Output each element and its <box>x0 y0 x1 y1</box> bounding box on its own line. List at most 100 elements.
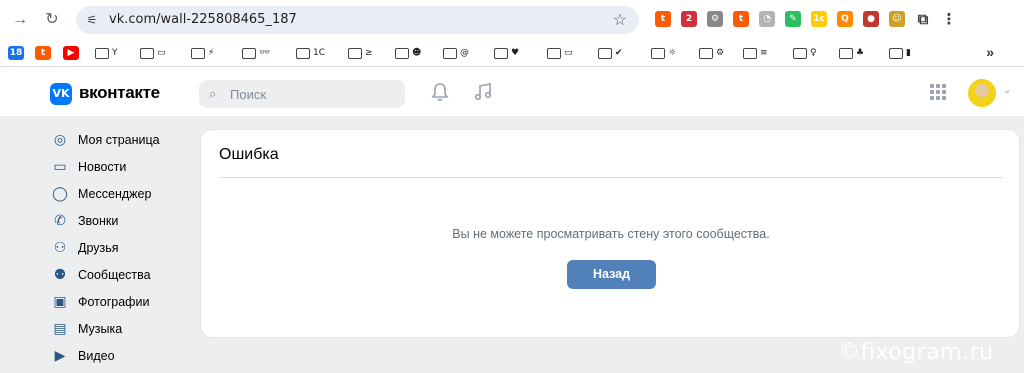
folder-icon <box>140 47 154 59</box>
ext-bird-icon[interactable]: ● <box>863 11 879 27</box>
search-icon: ⌕ <box>209 86 217 101</box>
bookmark-label: ≥ <box>365 48 373 58</box>
bell-icon[interactable] <box>431 82 449 108</box>
folder-icon <box>395 47 409 59</box>
sidebar-item-label: Фотографии <box>78 295 150 309</box>
bookmark-folder-1c[interactable]: 1C <box>296 45 325 61</box>
avatar[interactable] <box>968 79 996 107</box>
video-icon: ▶ <box>54 348 66 364</box>
divider <box>219 177 1003 178</box>
vk-header: VK вконтакте ⌕ Поиск ⌄ <box>0 70 1024 117</box>
watermark: ©fixogram.ru <box>838 340 994 365</box>
bookmark-folder-face[interactable]: ☻ <box>395 45 421 61</box>
bookmark-label: ♣ <box>856 48 865 58</box>
sidebar-item-label: Видео <box>78 349 115 363</box>
bookmark-label: ⚡ <box>208 48 215 58</box>
bookmark-t-icon: t <box>35 46 51 60</box>
ext-orange-icon[interactable]: Q <box>837 11 853 27</box>
music-icon[interactable] <box>474 82 492 108</box>
folder-icon <box>242 47 256 59</box>
folder-icon <box>547 47 561 59</box>
bookmark-folder-bag[interactable]: ♣ <box>839 45 864 61</box>
folder-icon <box>839 47 853 59</box>
bookmark-folder-check[interactable]: ✔ <box>598 45 623 61</box>
bookmarks-bar: 18 t ▶ Y ▭ ⚡ 👓 1C ≥ ☻ @ ♥ ▭ ✔ ☼ ⚙ ≡ ♀ ♣ ▮ » <box>0 40 1024 67</box>
ext-t2-icon[interactable]: t <box>733 11 749 27</box>
menu-dots-icon[interactable]: ⋮ <box>941 11 957 27</box>
folder-icon <box>191 47 205 59</box>
forward-icon[interactable]: → <box>8 8 32 32</box>
folder-icon <box>793 47 807 59</box>
sidebar-item-photos[interactable]: ▣ Фотографии <box>52 292 149 312</box>
sidebar-item-messenger[interactable]: ◯ Мессенджер <box>52 184 151 204</box>
folder-icon <box>699 47 713 59</box>
ext-evernote-icon[interactable]: ✎ <box>785 11 801 27</box>
bookmark-folder-book[interactable]: ▮ <box>889 45 911 61</box>
my-page-icon: ◎ <box>53 132 67 148</box>
bookmark-folder-fox[interactable]: ≥ <box>348 45 373 61</box>
sidebar-item-label: Друзья <box>78 241 119 255</box>
news-icon: ▭ <box>53 159 67 175</box>
friends-icon: ⚇ <box>53 240 67 256</box>
search-input[interactable]: ⌕ Поиск <box>199 80 405 108</box>
bookmark-folder-lines[interactable]: ≡ <box>743 45 768 61</box>
ext-t-icon[interactable]: t <box>655 11 671 27</box>
bookmark-label: ▭ <box>564 48 573 58</box>
vk-brand-name[interactable]: вконтакте <box>79 83 160 103</box>
bookmark-folder-keyboard[interactable]: ▭ <box>547 45 573 61</box>
bookmark-folder-at[interactable]: @ <box>443 45 469 61</box>
reload-icon[interactable]: ↻ <box>40 8 64 32</box>
vk-logo-icon[interactable]: VK <box>50 83 72 105</box>
bookmark-folder-bolt[interactable]: ⚡ <box>191 45 214 61</box>
back-button[interactable]: Назад <box>567 260 656 289</box>
bookmark-folder-sun[interactable]: ☼ <box>651 45 676 61</box>
bookmark-t[interactable]: t <box>35 45 51 61</box>
sidebar-item-calls[interactable]: ✆ Звонки <box>52 211 118 231</box>
bookmark-label: ♥ <box>511 48 520 58</box>
bookmark-calendar[interactable]: 18 <box>8 45 24 61</box>
bookmark-label: ▮ <box>906 48 911 58</box>
sidebar-item-label: Музыка <box>78 322 123 336</box>
apps-grid-icon[interactable] <box>930 84 946 100</box>
chevron-down-icon[interactable]: ⌄ <box>1003 85 1011 96</box>
address-bar[interactable]: ⚟ vk.com/wall-225808465_187 ☆ <box>76 6 639 34</box>
bookmark-label: 👓 <box>259 48 271 58</box>
ext-abp-icon[interactable]: 2 <box>681 11 697 27</box>
sidebar-item-my-page[interactable]: ◎ Моя страница <box>52 130 160 150</box>
bookmark-folder-bulb[interactable]: ♀ <box>793 45 817 61</box>
sidebar-item-communities[interactable]: ⚉ Сообщества <box>52 265 151 285</box>
sidebar-item-label: Сообщества <box>78 268 151 282</box>
bookmark-label: ⚙ <box>716 48 725 58</box>
folder-icon <box>743 47 757 59</box>
bookmark-folder-screen[interactable]: ▭ <box>140 45 166 61</box>
bookmark-label: ≡ <box>760 48 768 58</box>
sidebar-item-news[interactable]: ▭ Новости <box>52 157 126 177</box>
bookmarks-more-button[interactable]: » <box>986 44 994 60</box>
address-url[interactable]: vk.com/wall-225808465_187 <box>109 12 297 27</box>
bookmark-folder-gear[interactable]: ⚙ <box>699 45 724 61</box>
extensions-puzzle-icon[interactable]: ⧉ <box>915 11 931 27</box>
photos-icon: ▣ <box>53 294 67 310</box>
bookmark-star-icon[interactable]: ☆ <box>613 10 627 30</box>
browser-toolbar: → ↻ ⚟ vk.com/wall-225808465_187 ☆ t 2 ⚙ t ◔ ✎… <box>0 0 1024 40</box>
bookmark-label: ☼ <box>668 48 677 58</box>
sidebar-item-label: Мессенджер <box>78 187 152 201</box>
bookmark-folder-y[interactable]: Y <box>95 45 118 61</box>
bookmark-youtube[interactable]: ▶ <box>63 45 79 61</box>
ext-1c-icon[interactable]: 1c <box>811 11 827 27</box>
site-settings-icon[interactable]: ⚟ <box>84 12 100 28</box>
ext-face-icon[interactable]: ☺ <box>889 11 905 27</box>
sidebar-item-friends[interactable]: ⚇ Друзья <box>52 238 119 258</box>
communities-icon: ⚉ <box>53 267 67 283</box>
sidebar-item-video[interactable]: ▶ Видео <box>52 346 115 366</box>
ext-tool-icon[interactable]: ⚙ <box>707 11 723 27</box>
bookmark-folder-heart[interactable]: ♥ <box>494 45 519 61</box>
bookmark-folder-glasses[interactable]: 👓 <box>242 45 270 61</box>
ext-puzzle-grey-icon[interactable]: ◔ <box>759 11 775 27</box>
sidebar-item-music[interactable]: ▤ Музыка <box>52 319 122 339</box>
folder-icon <box>95 47 109 59</box>
bookmark-label: 1C <box>313 48 326 58</box>
bookmark-youtube-icon: ▶ <box>63 46 79 60</box>
bookmark-label: ▭ <box>157 48 166 58</box>
folder-icon <box>348 47 362 59</box>
